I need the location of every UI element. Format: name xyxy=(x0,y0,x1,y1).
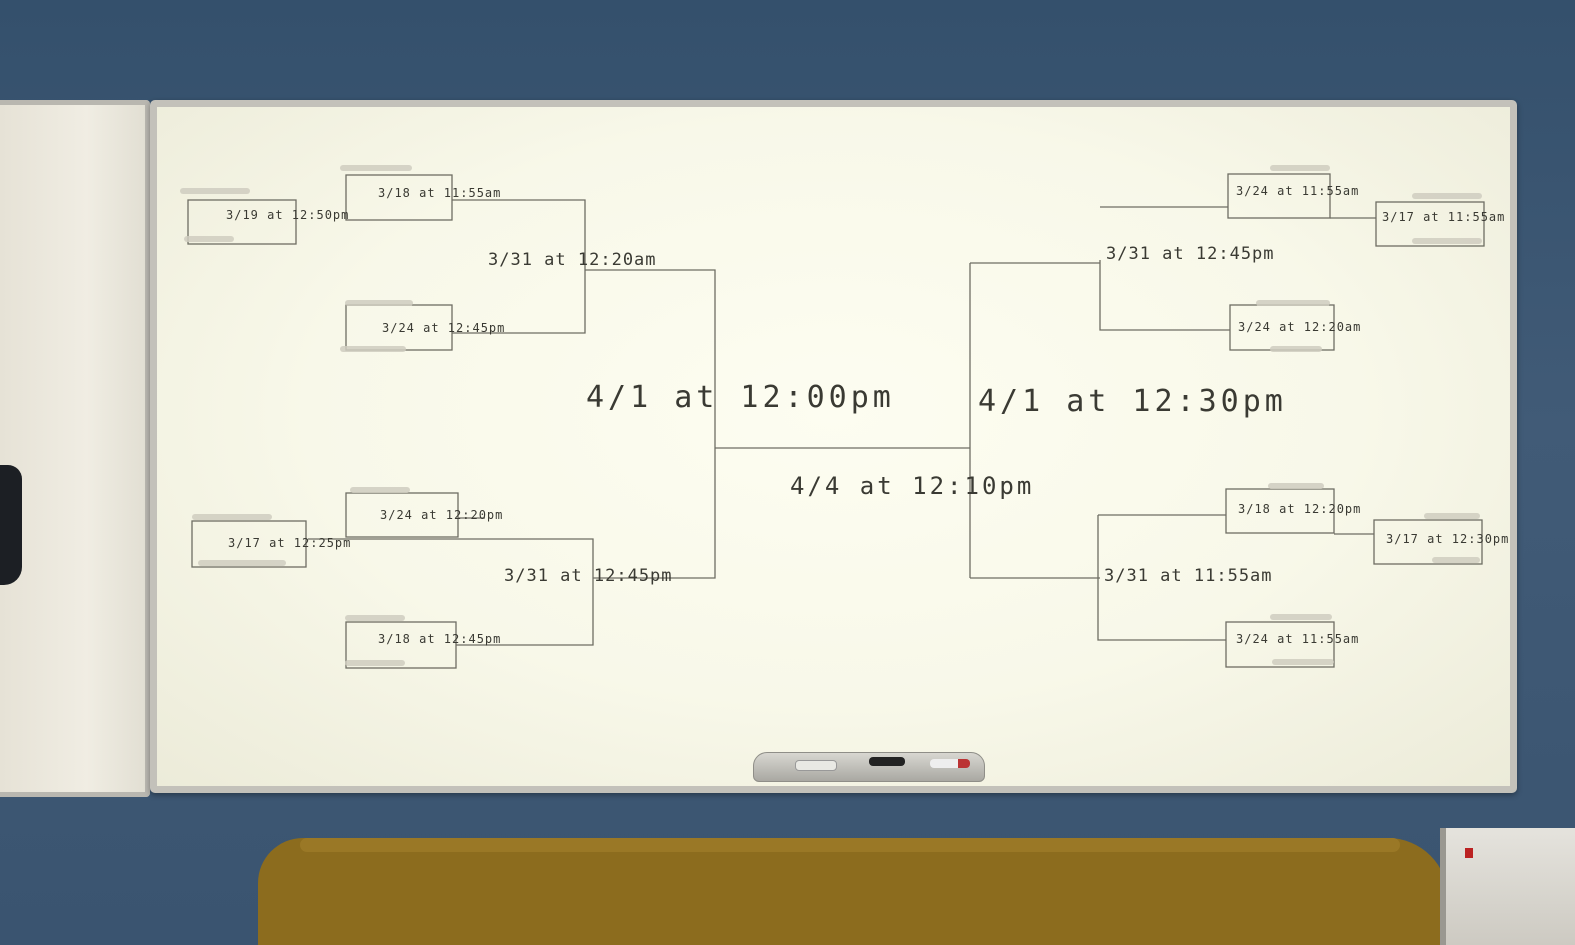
adjacent-whiteboard xyxy=(0,100,150,797)
team-name xyxy=(350,487,410,493)
black-marker[interactable] xyxy=(869,757,905,766)
match-right-r1c: 3/24 at 12:20am xyxy=(1238,320,1362,334)
device-indicator-light xyxy=(1465,848,1473,858)
match-left-r1e: 3/24 at 12:20pm xyxy=(380,508,504,522)
match-right-r1f: 3/24 at 11:55am xyxy=(1236,632,1360,646)
bracket-lines xyxy=(150,100,1517,793)
team-name xyxy=(340,346,406,352)
team-name xyxy=(1268,483,1324,489)
team-name xyxy=(1432,557,1480,563)
team-name xyxy=(1412,238,1482,244)
match-right-r1b: 3/17 at 11:55am xyxy=(1382,210,1506,224)
team-name xyxy=(1424,513,1480,519)
match-right-r2a: 3/31 at 12:45pm xyxy=(1106,244,1275,264)
team-name xyxy=(198,560,286,566)
team-name xyxy=(345,300,413,306)
desk-edge xyxy=(300,838,1400,852)
match-left-semifinal: 4/1 at 12:00pm xyxy=(586,380,895,415)
match-left-r1a: 3/19 at 12:50pm xyxy=(226,208,350,222)
match-left-r1f: 3/18 at 12:45pm xyxy=(378,632,502,646)
match-right-r2b: 3/31 at 11:55am xyxy=(1104,566,1273,586)
team-name xyxy=(1270,614,1332,620)
match-right-r1d: 3/18 at 12:20pm xyxy=(1238,502,1362,516)
team-name xyxy=(1270,165,1330,171)
team-name xyxy=(180,188,250,194)
match-right-semifinal: 4/1 at 12:30pm xyxy=(978,384,1287,419)
match-right-r1a: 3/24 at 11:55am xyxy=(1236,184,1360,198)
team-name xyxy=(345,615,405,621)
team-name xyxy=(1272,659,1334,665)
match-left-r1b: 3/18 at 11:55am xyxy=(378,186,502,200)
red-marker[interactable] xyxy=(930,759,970,768)
desk-surface xyxy=(258,838,1448,945)
team-name xyxy=(345,660,405,666)
device-corner xyxy=(1440,828,1575,945)
match-right-r1e: 3/17 at 12:30pm xyxy=(1386,532,1510,546)
match-left-r2a: 3/31 at 12:20am xyxy=(488,250,657,270)
team-name xyxy=(1412,193,1482,199)
team-name xyxy=(192,514,272,520)
match-left-r2b: 3/31 at 12:45pm xyxy=(504,566,673,586)
match-left-r1d: 3/17 at 12:25pm xyxy=(228,536,352,550)
team-name xyxy=(1270,346,1322,352)
team-name xyxy=(184,236,234,242)
team-name xyxy=(1256,300,1330,306)
match-left-r1c: 3/24 at 12:45pm xyxy=(382,321,506,335)
marker-eraser[interactable] xyxy=(795,760,837,771)
match-final: 4/4 at 12:10pm xyxy=(790,472,1035,500)
team-name xyxy=(340,165,412,171)
dark-object xyxy=(0,465,22,585)
